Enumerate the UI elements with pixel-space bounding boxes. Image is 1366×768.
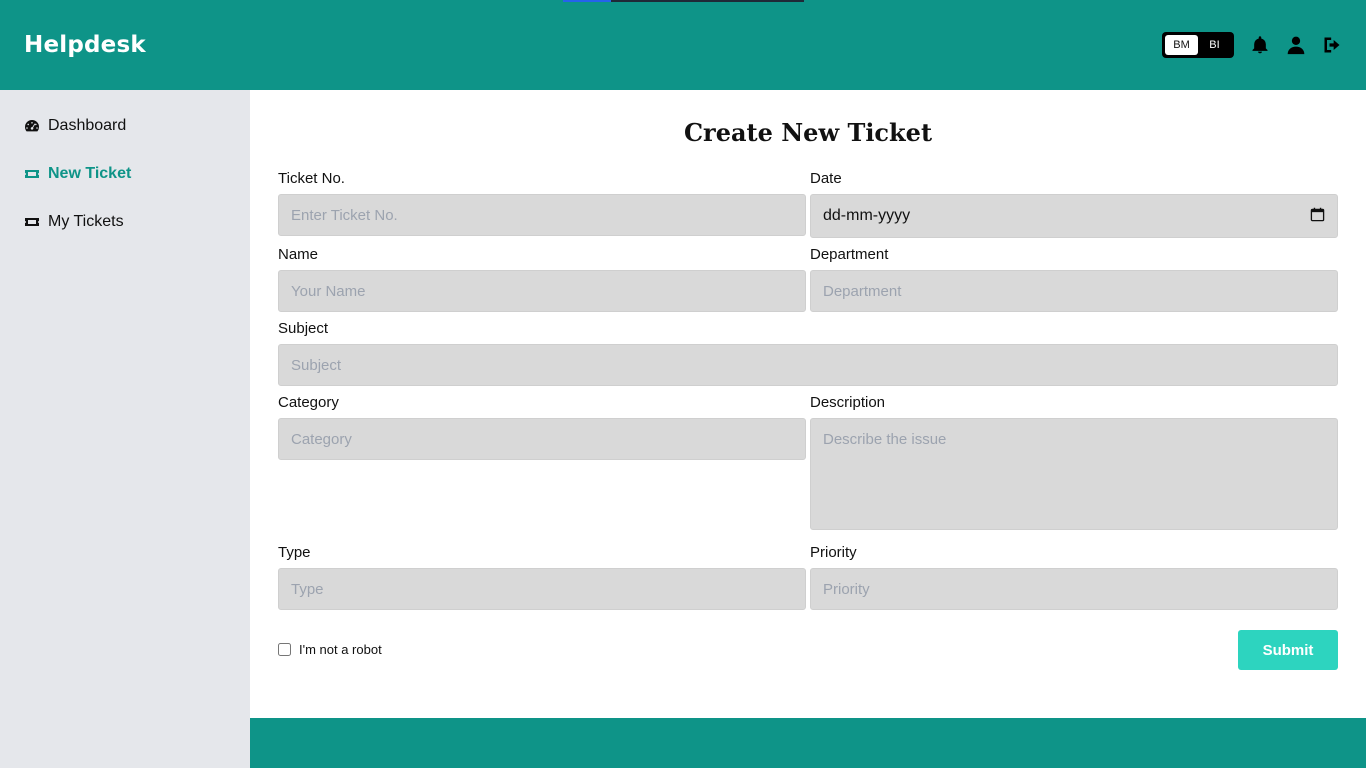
subject-input[interactable] — [278, 344, 1338, 386]
dashboard-icon — [24, 118, 40, 134]
priority-label: Priority — [810, 544, 857, 561]
submit-button[interactable]: Submit — [1238, 630, 1338, 670]
subject-label: Subject — [278, 320, 329, 337]
footer-bar — [250, 718, 1366, 768]
priority-input[interactable] — [810, 568, 1338, 610]
department-input[interactable] — [810, 270, 1338, 312]
sidebar-item-label: My Tickets — [48, 213, 124, 230]
captcha-label: I'm not a robot — [299, 642, 382, 657]
calendar-icon[interactable] — [1310, 207, 1325, 226]
captcha[interactable]: I'm not a robot — [278, 642, 382, 657]
app-title: Helpdesk — [24, 32, 146, 58]
description-label: Description — [810, 394, 886, 411]
sidebar-item-label: Dashboard — [48, 117, 127, 134]
sidebar-item-my-tickets[interactable]: My Tickets — [24, 210, 124, 234]
sidebar-item-label: New Ticket — [48, 165, 132, 182]
category-label: Category — [278, 394, 339, 411]
description-textarea[interactable] — [810, 418, 1338, 530]
top-header: Helpdesk BM BI — [0, 0, 1366, 90]
captcha-checkbox[interactable] — [278, 643, 291, 656]
date-input[interactable]: dd-mm-yyyy — [810, 194, 1338, 238]
category-input[interactable] — [278, 418, 806, 460]
date-label: Date — [810, 170, 842, 187]
date-value: dd-mm-yyyy — [823, 207, 911, 224]
sidebar-item-dashboard[interactable]: Dashboard — [24, 114, 126, 138]
ticket-icon — [24, 166, 40, 182]
user-icon[interactable] — [1285, 34, 1307, 56]
type-input[interactable] — [278, 568, 806, 610]
type-label: Type — [278, 544, 311, 561]
sidebar: Dashboard New Ticket My Tickets — [0, 90, 250, 768]
lang-option-bm[interactable]: BM — [1165, 35, 1198, 55]
page-title: Create New Ticket — [683, 118, 933, 147]
bell-icon[interactable] — [1249, 34, 1271, 56]
ticket-form-panel: Create New Ticket Ticket No. Date dd-mm-… — [250, 90, 1366, 718]
logout-icon[interactable] — [1321, 34, 1343, 56]
sidebar-item-new-ticket[interactable]: New Ticket — [24, 162, 131, 186]
name-label: Name — [278, 246, 319, 263]
language-toggle[interactable]: BM BI — [1162, 32, 1234, 58]
ticket-no-label: Ticket No. — [278, 170, 345, 187]
department-label: Department — [810, 246, 889, 263]
ticket-no-input[interactable] — [278, 194, 806, 236]
name-input[interactable] — [278, 270, 806, 312]
top-strip-accent — [563, 0, 611, 2]
top-strip-dark — [611, 0, 804, 2]
ticket-icon — [24, 214, 40, 230]
lang-option-bi[interactable]: BI — [1198, 35, 1231, 55]
